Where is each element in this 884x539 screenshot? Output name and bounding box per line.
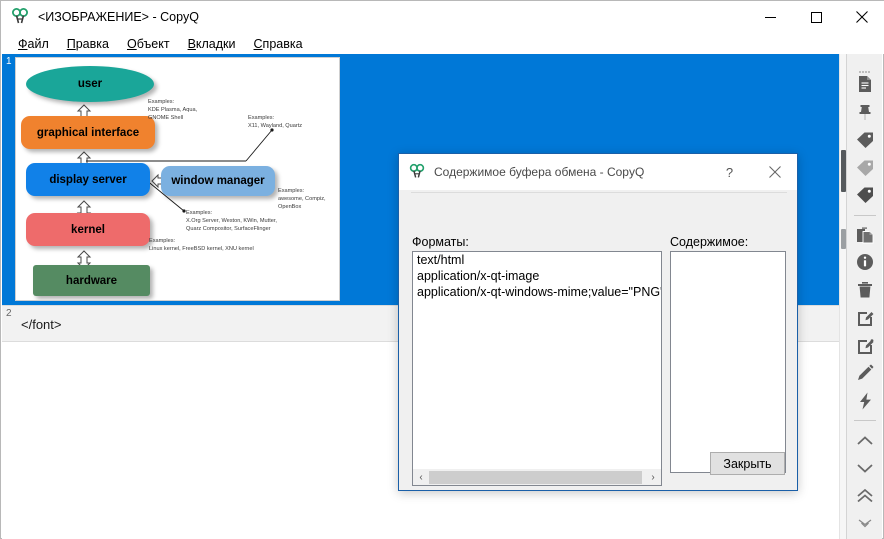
list-item[interactable]: application/x-qt-image bbox=[413, 268, 661, 284]
dialog-title-bar: Содержимое буфера обмена - CopyQ ? bbox=[399, 154, 797, 190]
chevron-down-icon[interactable] bbox=[849, 456, 881, 481]
window-controls bbox=[747, 1, 884, 33]
lightning-icon[interactable] bbox=[849, 389, 881, 414]
menu-file-label: айл bbox=[27, 36, 49, 51]
new-item-icon[interactable] bbox=[849, 72, 881, 97]
pin-icon[interactable] bbox=[849, 100, 881, 125]
list-item[interactable]: application/x-qt-windows-mime;value="PNG… bbox=[413, 284, 661, 300]
diagram-annotation-display-server: Examples: X.Org Server, Weston, KWin, Mu… bbox=[186, 210, 277, 232]
diagram-node-display-server: display server bbox=[26, 163, 150, 196]
content-preview[interactable] bbox=[670, 251, 786, 473]
clipboard-content-dialog: Содержимое буфера обмена - CopyQ ? Форма… bbox=[398, 153, 798, 491]
item-text: </font> bbox=[21, 317, 62, 332]
title-bar: <ИЗОБРАЖЕНИЕ> - CopyQ bbox=[1, 1, 884, 33]
diagram-annotation-display-stack: Examples: X11, Wayland, Quartz bbox=[248, 115, 303, 129]
menu-object-mnemonic: О bbox=[126, 36, 137, 51]
diagram-node-hardware: hardware bbox=[33, 265, 150, 296]
minimize-button[interactable] bbox=[747, 1, 793, 33]
dialog-close-button[interactable] bbox=[752, 154, 797, 190]
menu-file[interactable]: Файл bbox=[9, 35, 58, 53]
diagram-node-graphical-interface: graphical interface bbox=[21, 116, 155, 149]
diagram-node-kernel: kernel bbox=[26, 213, 150, 246]
diagram-annotation-window-manager: Examples: awesome, Compiz, OpenBox bbox=[278, 188, 326, 210]
item-number: 1 bbox=[6, 56, 12, 67]
scrollbar-track[interactable] bbox=[429, 469, 645, 485]
dialog-body: Форматы: Содержимое: text/html applicati… bbox=[399, 190, 797, 491]
dialog-controls: ? bbox=[707, 154, 797, 190]
dialog-title: Содержимое буфера обмена - CopyQ bbox=[434, 165, 645, 179]
help-icon: ? bbox=[725, 164, 734, 180]
menu-tabs-label: кладки bbox=[195, 36, 236, 51]
copyq-main-window: <ИЗОБРАЖЕНИЕ> - CopyQ Файл Правка Объект… bbox=[0, 0, 884, 539]
diagram-annotation-gui: Examples: KDE Plasma, Aqua, GNOME Shell bbox=[148, 99, 198, 121]
pencil-icon[interactable] bbox=[849, 361, 881, 386]
menu-tabs-mnemonic: В bbox=[187, 36, 196, 51]
close-button[interactable] bbox=[839, 1, 884, 33]
help-button[interactable]: ? bbox=[707, 154, 752, 190]
window-title: <ИЗОБРАЖЕНИЕ> - CopyQ bbox=[38, 10, 199, 24]
right-toolbar bbox=[846, 54, 882, 539]
item-number: 2 bbox=[6, 308, 12, 319]
copyq-logo-icon bbox=[408, 163, 426, 181]
close-dialog-button[interactable]: Закрыть bbox=[710, 452, 785, 475]
menu-item-tabs[interactable]: Вкладки bbox=[179, 35, 245, 53]
tag-dark-icon[interactable] bbox=[849, 183, 881, 208]
maximize-button[interactable] bbox=[793, 1, 839, 33]
trash-icon[interactable] bbox=[849, 278, 881, 303]
menu-object-label: бъект bbox=[136, 36, 170, 51]
diagram-node-window-manager: window manager bbox=[161, 166, 275, 196]
menu-help-mnemonic: С bbox=[253, 36, 263, 51]
clipboard-image-preview: user graphical interface display server … bbox=[15, 57, 340, 301]
paste-icon[interactable] bbox=[849, 222, 881, 247]
scroll-left-arrow[interactable]: ‹ bbox=[413, 470, 429, 485]
menu-edit-label: равка bbox=[75, 36, 109, 51]
formats-horizontal-scrollbar[interactable]: ‹ › bbox=[412, 469, 662, 486]
edit-square-icon[interactable] bbox=[849, 306, 881, 331]
close-icon bbox=[768, 166, 781, 178]
menu-bar: Файл Правка Объект Вкладки Справка bbox=[1, 33, 884, 54]
info-icon[interactable] bbox=[849, 250, 881, 275]
list-scrollbar[interactable] bbox=[839, 54, 846, 539]
double-chevron-down-icon[interactable] bbox=[849, 511, 881, 536]
double-chevron-up-icon[interactable] bbox=[849, 484, 881, 509]
menu-edit[interactable]: Правка bbox=[58, 35, 118, 53]
toolbar-grip[interactable] bbox=[858, 62, 872, 73]
scrollbar-thumb[interactable] bbox=[429, 470, 642, 484]
menu-file-mnemonic: Ф bbox=[18, 36, 28, 51]
chevron-up-icon[interactable] bbox=[849, 428, 881, 453]
dialog-divider bbox=[411, 192, 787, 193]
diagram-annotation-kernel: Examples: Linux kernel, FreeBSD kernel, … bbox=[149, 238, 254, 252]
menu-item-help[interactable]: Справка bbox=[245, 35, 312, 53]
edit-square-alt-icon[interactable] bbox=[849, 333, 881, 358]
menu-item-object[interactable]: Объект bbox=[118, 35, 179, 53]
diagram-node-user: user bbox=[26, 66, 154, 102]
tag-icon[interactable] bbox=[849, 127, 881, 152]
copyq-logo-icon bbox=[10, 7, 30, 27]
content-label: Содержимое: bbox=[670, 235, 749, 249]
menu-help-label: правка bbox=[262, 36, 303, 51]
formats-label: Форматы: bbox=[412, 235, 469, 249]
formats-list[interactable]: text/html application/x-qt-image applica… bbox=[412, 251, 662, 473]
toolbar-separator bbox=[853, 214, 876, 216]
toolbar-separator bbox=[853, 420, 876, 422]
scroll-right-arrow[interactable]: › bbox=[645, 470, 661, 485]
menu-edit-mnemonic: П bbox=[66, 36, 76, 51]
tag-light-icon[interactable] bbox=[849, 155, 881, 180]
list-item[interactable]: text/html bbox=[413, 252, 661, 268]
